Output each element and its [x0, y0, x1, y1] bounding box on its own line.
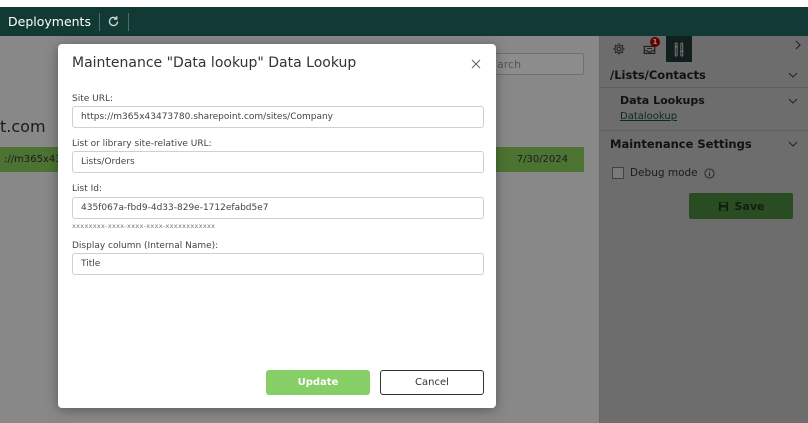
nav-divider — [127, 12, 129, 31]
cancel-button[interactable]: Cancel — [380, 370, 484, 395]
list-url-value: Lists/Orders — [81, 157, 135, 167]
list-url-label: List or library site-relative URL: — [72, 139, 212, 149]
list-id-value: 435f067a-fbd9-4d33-829e-1712efabd5e7 — [81, 203, 269, 213]
list-id-hint: xxxxxxxx-xxxx-xxxx-xxxx-xxxxxxxxxxxx — [72, 222, 216, 230]
data-lookup-dialog: Maintenance "Data lookup" Data Lookup Si… — [58, 44, 496, 408]
tab-deployments[interactable]: Deployments — [0, 7, 99, 36]
list-id-label: List Id: — [72, 184, 102, 194]
site-url-label: Site URL: — [72, 94, 114, 104]
top-nav-bar: Deployments — [0, 7, 808, 36]
refresh-icon — [109, 16, 119, 27]
cancel-label: Cancel — [415, 377, 449, 388]
update-label: Update — [297, 377, 339, 388]
display-column-input[interactable]: Title — [72, 253, 484, 275]
update-button[interactable]: Update — [266, 370, 370, 395]
refresh-button[interactable] — [100, 7, 128, 36]
display-column-label: Display column (Internal Name): — [72, 241, 219, 251]
list-url-input[interactable]: Lists/Orders — [72, 151, 484, 173]
close-icon[interactable] — [470, 58, 482, 70]
site-url-input[interactable]: https://m365x43473780.sharepoint.com/sit… — [72, 106, 484, 128]
dialog-title: Maintenance "Data lookup" Data Lookup — [72, 55, 357, 71]
tab-deployments-label: Deployments — [8, 14, 91, 29]
site-url-value: https://m365x43473780.sharepoint.com/sit… — [81, 112, 334, 122]
display-column-value: Title — [81, 259, 101, 269]
list-id-input[interactable]: 435f067a-fbd9-4d33-829e-1712efabd5e7 — [72, 197, 484, 219]
